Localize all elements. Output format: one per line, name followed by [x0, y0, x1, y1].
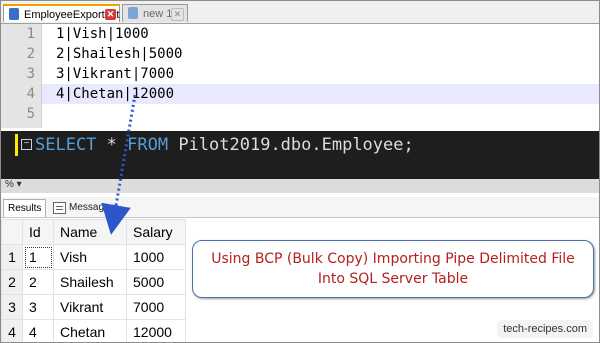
file-icon	[9, 8, 19, 20]
file-icon	[128, 7, 138, 19]
line-number: 5	[26, 106, 35, 122]
watermark-credit: tech-recipes.com	[497, 320, 593, 338]
messages-icon	[53, 202, 66, 214]
tab-employee-export[interactable]: EmployeeExport.txt ✕	[3, 4, 120, 22]
table-row[interactable]: 2 2 Shailesh 5000	[1, 269, 186, 295]
cell-name[interactable]: Vish	[53, 244, 127, 270]
annotation-line-2: Into SQL Server Table	[317, 271, 469, 287]
sql-keyword-select: SELECT	[35, 135, 97, 155]
cell-id[interactable]: 3	[22, 294, 54, 320]
cell-salary[interactable]: 1000	[126, 244, 186, 270]
cell-id[interactable]: 4	[22, 319, 54, 342]
results-tab-bar: Results Messages	[1, 197, 599, 218]
row-header-corner	[1, 219, 23, 245]
line-number: 4	[26, 86, 35, 102]
cell-name[interactable]: Chetan	[53, 319, 127, 342]
row-number: 2	[1, 269, 23, 295]
code-line[interactable]: 3|Vikrant|7000	[56, 64, 174, 84]
column-header-id[interactable]: Id	[22, 219, 54, 245]
changed-line-marker	[15, 134, 18, 156]
screenshot-frame: EmployeeExport.txt ✕ new 1 ✕ 1 2 3 4 5 1…	[0, 0, 600, 343]
sql-table-name: Pilot2019.dbo.Employee;	[168, 135, 414, 155]
sql-star: *	[96, 135, 128, 155]
tab-label: new 1	[143, 8, 173, 20]
close-icon[interactable]: ✕	[171, 8, 184, 21]
code-line[interactable]: 2|Shailesh|5000	[56, 44, 182, 64]
editor-tab-bar: EmployeeExport.txt ✕ new 1 ✕	[1, 1, 599, 24]
code-line[interactable]: 4|Chetan|12000	[56, 84, 174, 104]
column-header-salary[interactable]: Salary	[126, 219, 186, 245]
line-number: 1	[26, 26, 35, 42]
table-row[interactable]: 4 4 Chetan 12000	[1, 319, 186, 342]
text-editor[interactable]: 1 2 3 4 5 1|Vish|1000 2|Shailesh|5000 3|…	[1, 24, 599, 128]
zoom-dropdown[interactable]: % ▾	[5, 179, 22, 190]
tab-messages[interactable]: Messages	[49, 199, 119, 216]
row-number: 1	[1, 244, 23, 270]
table-row[interactable]: 1 1 Vish 1000	[1, 244, 186, 270]
row-number: 4	[1, 319, 23, 342]
tab-messages-label: Messages	[69, 202, 115, 213]
tab-results[interactable]: Results	[3, 199, 47, 217]
table-row[interactable]: 3 3 Vikrant 7000	[1, 294, 186, 320]
code-line[interactable]: 1|Vish|1000	[56, 24, 149, 44]
cell-id[interactable]: 2	[22, 269, 54, 295]
editor-scroll-strip[interactable]	[1, 179, 599, 193]
line-number: 2	[26, 46, 35, 62]
close-icon[interactable]: ✕	[105, 9, 116, 20]
cell-id[interactable]: 1	[22, 244, 54, 270]
cell-name[interactable]: Shailesh	[53, 269, 127, 295]
row-number: 3	[1, 294, 23, 320]
line-number: 3	[26, 66, 35, 82]
results-grid: Id Name Salary 1 1 Vish 1000 2 2 Shailes…	[1, 219, 186, 342]
annotation-line-1: Using BCP (Bulk Copy) Importing Pipe Del…	[211, 251, 575, 267]
cell-salary[interactable]: 12000	[126, 319, 186, 342]
query-editor[interactable]: − SELECT * FROM Pilot2019.dbo.Employee;	[1, 131, 599, 179]
column-header-name[interactable]: Name	[53, 219, 127, 245]
cell-salary[interactable]: 5000	[126, 269, 186, 295]
annotation-callout: Using BCP (Bulk Copy) Importing Pipe Del…	[192, 240, 594, 298]
sql-keyword-from: FROM	[127, 135, 169, 155]
sql-statement[interactable]: SELECT * FROM Pilot2019.dbo.Employee;	[35, 133, 414, 157]
cell-name[interactable]: Vikrant	[53, 294, 127, 320]
tab-new-1[interactable]: new 1 ✕	[122, 4, 188, 22]
cell-salary[interactable]: 7000	[126, 294, 186, 320]
collapse-icon[interactable]: −	[21, 139, 32, 150]
